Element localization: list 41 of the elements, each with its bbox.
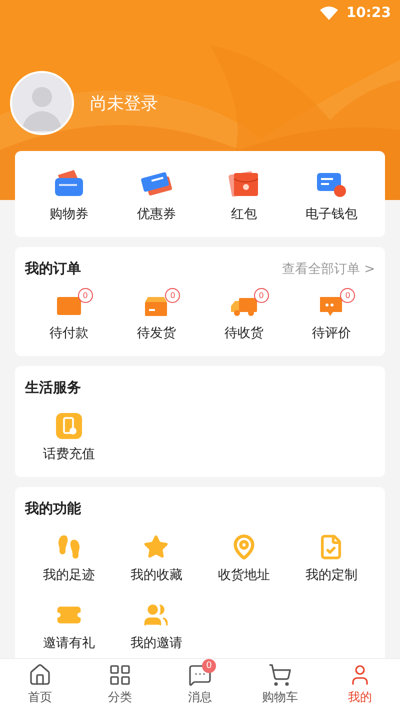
function-label[interactable]: 收货地址 [218,566,270,584]
section-title: 我的功能 [25,500,82,518]
users-icon [143,602,170,628]
wifi-icon [320,6,338,20]
home-icon [28,663,52,687]
grid-icon [108,663,132,687]
location-pin-icon [230,534,257,560]
count-badge: 0 [340,288,356,303]
envelope-icon [226,169,261,199]
service-label[interactable]: 话费充值 [42,445,95,463]
message-icon [188,663,212,687]
section-title: 我的订单 [25,260,81,278]
order-status-label[interactable]: 待收货 [224,324,264,342]
wallet-item-label[interactable]: 红包 [230,205,257,223]
star-icon [143,534,170,560]
function-label[interactable]: 我的足迹 [42,566,95,584]
tab[interactable]: 分类 [80,659,160,710]
tab[interactable]: 购物车 [240,659,320,710]
function-label[interactable]: 我的定制 [305,566,358,584]
order-status-label[interactable]: 待发货 [136,324,176,342]
count-badge: 0 [254,288,269,303]
wallet-item-label[interactable]: 优惠券 [136,205,176,223]
tab[interactable]: 我的 [320,659,400,710]
order-status-label[interactable]: 待付款 [49,324,88,342]
count-badge: 0 [202,659,216,673]
count-badge: 0 [78,288,93,303]
wallet-icon [54,294,83,318]
count-badge: 0 [165,288,180,303]
function-label[interactable]: 邀请有礼 [42,634,95,652]
section-title: 生活服务 [25,379,82,397]
order-status-label[interactable]: 待评价 [312,324,351,342]
status-time: 10:23 [346,5,391,21]
tab[interactable]: 消息 0 [160,659,240,710]
tab[interactable]: 首页 [0,659,80,710]
cart-icon [268,663,292,687]
wallet-item-label[interactable]: 购物券 [49,205,88,223]
wallet-item-label[interactable]: 电子钱包 [305,205,358,223]
phone-recharge-icon [56,413,82,439]
footprint-icon [56,534,82,560]
function-label[interactable]: 我的收藏 [130,566,182,584]
function-label[interactable]: 我的邀请 [130,634,182,652]
